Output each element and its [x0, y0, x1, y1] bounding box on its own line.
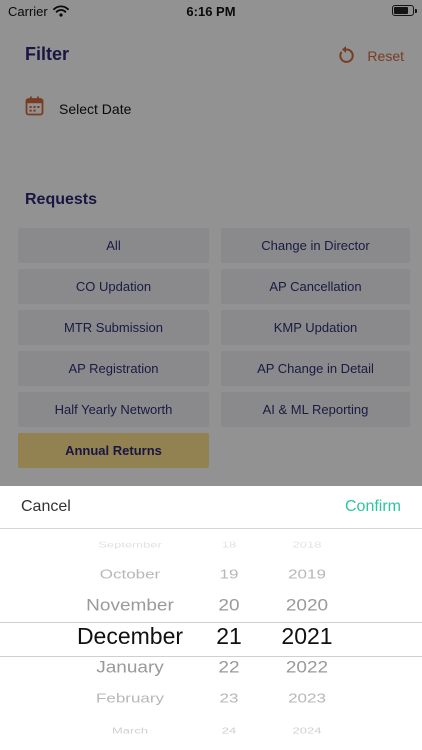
year-wheel[interactable]: 201720182019202020212022202320242025: [255, 529, 359, 750]
year-option: 2020: [285, 596, 329, 615]
confirm-button[interactable]: Confirm: [345, 498, 401, 516]
month-option: October: [99, 567, 161, 583]
year-option: 2021: [281, 622, 333, 649]
picker-toolbar: Cancel Confirm: [0, 486, 422, 529]
month-option: December: [76, 622, 184, 649]
month-option: November: [86, 596, 174, 615]
month-option: January: [96, 658, 164, 677]
year-option: 2022: [285, 658, 329, 677]
day-option: 20: [218, 596, 240, 615]
year-option: 2023: [288, 691, 326, 707]
picker-wheels: AugustSeptemberOctoberNovemberDecemberJa…: [0, 529, 422, 750]
day-option: 22: [218, 658, 240, 677]
month-option: February: [95, 691, 165, 707]
day-option: 24: [221, 725, 237, 736]
cancel-button[interactable]: Cancel: [21, 498, 71, 516]
day-option: 19: [219, 567, 239, 583]
day-option: 23: [219, 691, 239, 707]
day-wheel[interactable]: 171819202122232425: [205, 529, 253, 750]
date-picker-sheet: Cancel Confirm AugustSeptemberOctoberNov…: [0, 486, 422, 750]
year-option: 2019: [288, 567, 326, 583]
day-option: 21: [216, 622, 242, 649]
wheel-fade: [0, 529, 422, 555]
month-wheel[interactable]: AugustSeptemberOctoberNovemberDecemberJa…: [55, 529, 205, 750]
year-option: 2024: [292, 725, 322, 736]
month-option: March: [111, 725, 149, 736]
